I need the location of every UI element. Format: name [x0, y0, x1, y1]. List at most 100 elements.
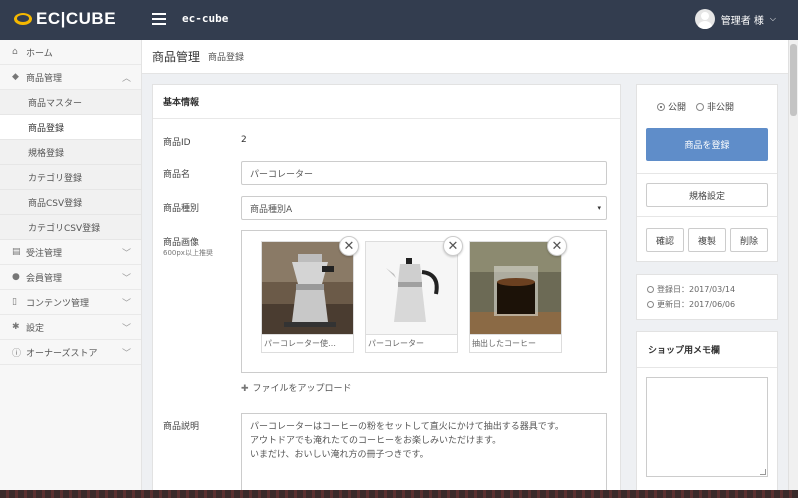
description-line: パーコレーターはコーヒーの粉をセットして直火にかけて抽出する器具です。 — [250, 422, 564, 432]
sidebar-item-settings[interactable]: ✱ 設定 ﹀ — [0, 315, 141, 340]
chevron-down-icon: ﹀ — [121, 298, 131, 309]
coffee-glass-image — [470, 242, 561, 334]
sidebar-item-label: 会員管理 — [26, 273, 63, 284]
hamburger-menu-icon[interactable] — [152, 13, 166, 25]
delete-image-icon[interactable]: ✕ — [443, 236, 463, 256]
sidebar-item-home[interactable]: ⌂ ホーム — [0, 40, 141, 65]
page-scrollbar[interactable] — [788, 40, 798, 498]
copy-button[interactable]: 複製 — [688, 228, 726, 252]
basic-info-panel: 基本情報 商品ID 2 商品名 パーコレーター 商品種別 商品種別A ▾ 商品画… — [152, 84, 621, 498]
delete-image-icon[interactable]: ✕ — [547, 236, 567, 256]
image-caption: 抽出したコーヒー — [470, 334, 561, 352]
sidebar-item-orders[interactable]: ▤ 受注管理 ﹀ — [0, 240, 141, 265]
dates-panel: 登録日：2017/03/14 更新日：2017/06/06 — [636, 274, 778, 320]
gear-icon: ✱ — [12, 322, 20, 332]
sidebar-item-contents[interactable]: ▯ コンテンツ管理 ﹀ — [0, 290, 141, 315]
memo-title: ショップ用メモ欄 — [637, 332, 777, 368]
description-line: アウトドアでも淹れたてのコーヒーをお楽しみいただけます。 — [250, 436, 502, 446]
file-icon: ▯ — [12, 297, 17, 307]
percolator-outdoor-image — [262, 242, 353, 334]
memo-textarea[interactable] — [646, 377, 768, 477]
avatar-icon — [694, 9, 715, 29]
chevron-down-icon: ⌵ — [769, 14, 776, 23]
image-upload-area[interactable]: パーコレーター使… ✕ パーコレーター ✕ 抽出したコーヒー ✕ — [241, 230, 607, 373]
sidebar-subitem-product-register[interactable]: 商品登録 — [0, 115, 141, 140]
sidebar-subitem-class-register[interactable]: 規格登録 — [0, 140, 141, 165]
sidebar-item-label: オーナーズストア — [26, 348, 98, 359]
stock-settings-button[interactable]: 規格設定 — [646, 183, 768, 207]
radio-unchecked-icon — [696, 102, 705, 111]
chevron-down-icon: ﹀ — [121, 323, 131, 334]
sidebar-item-members[interactable]: ● 会員管理 ﹀ — [0, 265, 141, 290]
product-type-select[interactable]: 商品種別A ▾ — [241, 196, 607, 220]
sidebar-item-label: 設定 — [26, 323, 45, 334]
file-upload-link[interactable]: ✚ ファイルをアップロード — [241, 381, 352, 394]
sidebar-item-label: ホーム — [26, 48, 53, 59]
publish-panel: 公開 非公開 商品を登録 規格設定 確認 複製 削除 — [636, 84, 778, 262]
page-title: 商品管理 — [152, 50, 201, 64]
logo-text: EC|CUBE — [36, 9, 117, 28]
clock-icon — [647, 301, 654, 308]
description-textarea[interactable]: パーコレーターはコーヒーの粉をセットして直火にかけて抽出する器具です。 アウトド… — [241, 413, 607, 498]
scrollbar-thumb[interactable] — [790, 44, 797, 116]
image-thumbnail[interactable]: パーコレーター使… ✕ — [261, 236, 359, 353]
divider — [637, 173, 777, 174]
divider — [637, 216, 777, 217]
clock-icon — [647, 286, 654, 293]
sidebar-subitem-product-csv[interactable]: 商品CSV登録 — [0, 190, 141, 215]
page-title-bar: 商品管理 商品登録 — [142, 40, 788, 74]
product-name-value: パーコレーター — [250, 169, 314, 180]
sidebar-subitem-product-master[interactable]: 商品マスター — [0, 90, 141, 115]
ec-cube-logo[interactable]: EC|CUBE — [14, 9, 116, 29]
section-title[interactable]: 基本情報 — [153, 85, 620, 119]
percolator-image — [366, 242, 457, 334]
sidebar-subitem-category-register[interactable]: カテゴリ登録 — [0, 165, 141, 190]
chevron-down-icon: ﹀ — [121, 348, 131, 359]
select-arrow-icon: ▾ — [597, 204, 601, 212]
logo-mark-icon — [14, 10, 32, 28]
image-thumbnail[interactable]: パーコレーター ✕ — [365, 236, 463, 353]
delete-image-icon[interactable]: ✕ — [339, 236, 359, 256]
radio-private[interactable]: 非公開 — [696, 100, 734, 113]
delete-button[interactable]: 削除 — [730, 228, 768, 252]
description-label: 商品説明 — [163, 422, 200, 432]
radio-checked-icon — [657, 102, 665, 111]
plus-icon: ✚ — [241, 384, 249, 394]
chevron-down-icon: ﹀ — [121, 248, 131, 259]
sidebar-item-owners-store[interactable]: ⓘ オーナーズストア ﹀ — [0, 340, 141, 365]
user-name: 管理者 様 — [720, 15, 764, 27]
product-image-hint: 600px以上推奨 — [163, 249, 213, 257]
resize-handle-icon[interactable] — [760, 469, 766, 475]
user-icon: ● — [12, 272, 20, 282]
shop-name[interactable]: ec-cube — [182, 12, 228, 25]
user-menu[interactable]: 管理者 様 ⌵ — [694, 9, 776, 29]
confirm-button[interactable]: 確認 — [646, 228, 684, 252]
sidebar-item-label: コンテンツ管理 — [26, 298, 90, 309]
cart-icon: ▤ — [12, 247, 21, 257]
product-name-input[interactable]: パーコレーター — [241, 161, 607, 185]
description-line: いまだけ、おいしい淹れ方の冊子つきです。 — [250, 450, 429, 460]
sidebar-item-label: 受注管理 — [26, 248, 63, 259]
updated-date-text: 更新日：2017/06/06 — [657, 300, 736, 309]
visibility-radio-group: 公開 非公開 — [657, 100, 734, 113]
register-product-button[interactable]: 商品を登録 — [646, 128, 768, 161]
product-image-label: 商品画像 — [163, 238, 200, 248]
page-subtitle: 商品登録 — [208, 53, 245, 63]
created-date-text: 登録日：2017/03/14 — [657, 285, 736, 294]
product-name-label: 商品名 — [163, 170, 191, 180]
radio-private-label: 非公開 — [707, 103, 735, 113]
radio-public[interactable]: 公開 — [657, 100, 686, 113]
chevron-up-icon: ︿ — [121, 73, 131, 84]
sidebar-item-label: 商品管理 — [26, 73, 63, 84]
sidebar-item-products[interactable]: ◆ 商品管理 ︿ — [0, 65, 141, 90]
sidebar: ⌂ ホーム ◆ 商品管理 ︿ 商品マスター 商品登録 規格登録 カテゴリ登録 商… — [0, 40, 142, 498]
upload-label: ファイルをアップロード — [252, 384, 352, 394]
sidebar-subitem-category-csv[interactable]: カテゴリCSV登録 — [0, 215, 141, 240]
image-caption: パーコレーター — [366, 334, 457, 352]
chevron-down-icon: ﹀ — [121, 273, 131, 284]
image-caption: パーコレーター使… — [262, 334, 353, 352]
product-id-value: 2 — [241, 135, 247, 145]
radio-public-label: 公開 — [668, 103, 687, 113]
image-thumbnail[interactable]: 抽出したコーヒー ✕ — [469, 236, 567, 353]
tag-icon: ◆ — [12, 72, 19, 82]
